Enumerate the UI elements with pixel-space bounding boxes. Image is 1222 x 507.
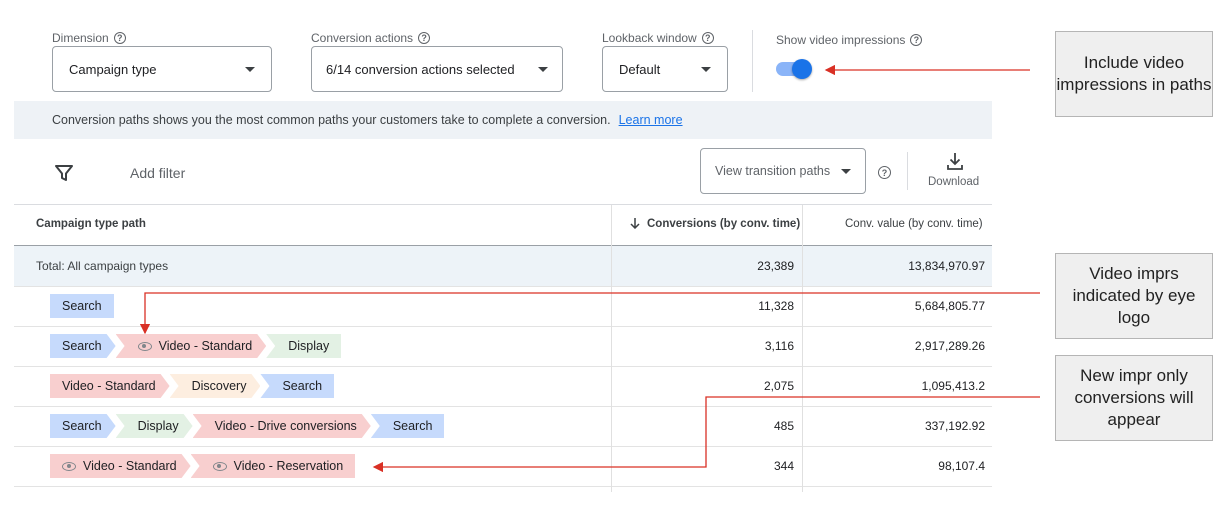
arrow-eye bbox=[139, 292, 1040, 335]
annotation-arrows bbox=[139, 64, 1040, 473]
arrow-new-conv bbox=[372, 396, 1040, 473]
